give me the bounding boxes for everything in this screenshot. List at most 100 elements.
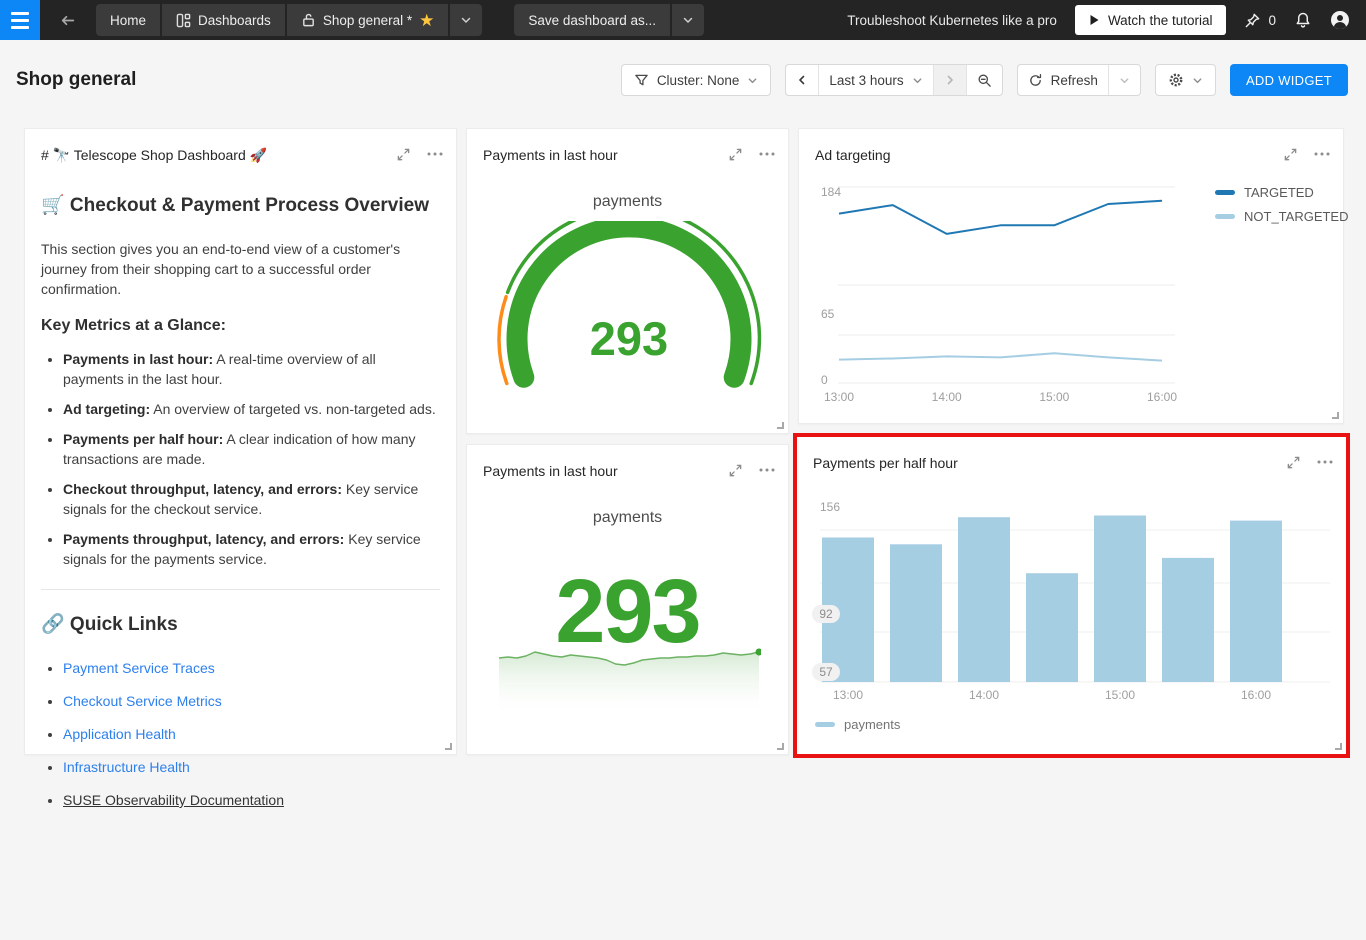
legend-swatch (1215, 190, 1235, 195)
expand-icon (396, 147, 411, 162)
legend-label: TARGETED (1244, 185, 1314, 200)
refresh-icon (1028, 73, 1043, 88)
metrics-heading: Key Metrics at a Glance: (41, 317, 440, 335)
tab-shop-general[interactable]: Shop general * ★ (287, 4, 449, 36)
expand-widget-button[interactable] (726, 461, 744, 479)
widget-more-options-button[interactable] (758, 461, 776, 479)
quick-link-item: Application Health (63, 724, 440, 744)
svg-text:156: 156 (820, 500, 840, 514)
svg-text:13:00: 13:00 (833, 688, 863, 702)
filter-funnel-icon (634, 73, 649, 88)
zoom-out-time-button[interactable] (966, 65, 1002, 95)
widget-title: Payments in last hour (483, 463, 618, 479)
metrics-list: Payments in last hour: A real-time overv… (63, 349, 440, 569)
time-back-button[interactable] (786, 65, 818, 95)
save-dashboard-button[interactable]: Save dashboard as... (514, 4, 670, 36)
legend-item[interactable]: NOT_TARGETED (1215, 209, 1349, 224)
svg-text:92: 92 (819, 607, 833, 621)
chart-legend[interactable]: payments (815, 717, 900, 732)
page-title: Shop general (16, 69, 136, 91)
resize-handle[interactable] (777, 422, 784, 429)
quick-links-list: Payment Service Traces Checkout Service M… (63, 658, 440, 810)
top-navbar: Home Dashboards Shop general * ★ Save da… (0, 0, 1366, 40)
widget-more-options-button[interactable] (426, 145, 444, 163)
resize-handle[interactable] (777, 743, 784, 750)
svg-text:65: 65 (821, 307, 835, 321)
favorite-star-icon[interactable]: ★ (419, 12, 434, 29)
tab-dashboards[interactable]: Dashboards (162, 4, 285, 36)
quick-link[interactable]: Application Health (63, 726, 176, 742)
add-widget-button[interactable]: ADD WIDGET (1230, 64, 1348, 96)
tab-home-label: Home (110, 13, 146, 28)
expand-widget-button[interactable] (726, 145, 744, 163)
more-options-icon (427, 152, 443, 156)
overview-paragraph: This section gives you an end-to-end vie… (41, 239, 440, 299)
user-avatar[interactable] (1330, 10, 1350, 30)
time-range-label: Last 3 hours (829, 73, 903, 88)
legend-label: NOT_TARGETED (1244, 209, 1349, 224)
more-options-icon (1317, 460, 1333, 464)
svg-text:14:00: 14:00 (969, 688, 999, 702)
quick-link-item: Payment Service Traces (63, 658, 440, 678)
metric-bullet: Payments per half hour: A clear indicati… (63, 429, 440, 469)
widget-more-options-button[interactable] (1313, 145, 1331, 163)
svg-text:15:00: 15:00 (1105, 688, 1135, 702)
svg-text:293: 293 (590, 312, 668, 365)
tab-home[interactable]: Home (96, 4, 160, 36)
back-button[interactable] (50, 4, 84, 36)
markdown-content: 🛒 Checkout & Payment Process Overview Th… (41, 179, 440, 740)
pin-icon (1244, 12, 1261, 29)
time-forward-button[interactable] (933, 65, 966, 95)
hamburger-menu-button[interactable] (0, 0, 40, 40)
dashboard-toolbar: Cluster: None Last 3 hours Refresh ADD W… (621, 64, 1348, 96)
divider (41, 589, 440, 590)
save-dashboard-chevron[interactable] (672, 4, 704, 36)
legend-swatch (815, 722, 835, 727)
refresh-label: Refresh (1051, 73, 1098, 88)
refresh-interval-chevron[interactable] (1108, 65, 1140, 95)
zoom-out-icon (977, 73, 992, 88)
stat-metric-label: payments (467, 509, 788, 527)
cluster-filter-button[interactable]: Cluster: None (621, 64, 772, 96)
chevron-down-icon (912, 75, 923, 86)
avatar-icon (1330, 10, 1350, 30)
svg-text:13:00: 13:00 (824, 390, 854, 404)
save-dashboard-group: Save dashboard as... (514, 4, 704, 36)
widget-more-options-button[interactable] (758, 145, 776, 163)
svg-text:16:00: 16:00 (1241, 688, 1271, 702)
widget-more-options-button[interactable] (1316, 453, 1334, 471)
svg-text:184: 184 (821, 185, 841, 199)
tab-shop-general-label: Shop general * (323, 13, 412, 28)
watch-tutorial-label: Watch the tutorial (1108, 13, 1213, 28)
refresh-button[interactable]: Refresh (1018, 65, 1108, 95)
expand-icon (728, 147, 743, 162)
resize-handle[interactable] (445, 743, 452, 750)
quick-link[interactable]: Checkout Service Metrics (63, 693, 222, 709)
resize-handle[interactable] (1332, 412, 1339, 419)
widget-payments-per-half-hour: Payments per half hour 156925713:0014:00… (793, 433, 1350, 758)
expand-icon (728, 463, 743, 478)
gauge-metric-label: payments (467, 193, 788, 211)
svg-text:15:00: 15:00 (1039, 390, 1069, 404)
watch-tutorial-button[interactable]: Watch the tutorial (1075, 5, 1227, 35)
chevron-down-icon (460, 14, 472, 26)
chevron-down-icon (747, 75, 758, 86)
quick-link[interactable]: Infrastructure Health (63, 759, 190, 775)
time-range-button[interactable]: Last 3 hours (818, 65, 932, 95)
quick-link[interactable]: Payment Service Traces (63, 660, 215, 676)
quick-link-item: Checkout Service Metrics (63, 691, 440, 711)
back-arrow-icon (59, 12, 76, 29)
legend-item[interactable]: TARGETED (1215, 185, 1349, 200)
expand-widget-button[interactable] (1284, 453, 1302, 471)
resize-handle[interactable] (1335, 743, 1342, 750)
notifications-button[interactable] (1294, 11, 1312, 29)
expand-widget-button[interactable] (394, 145, 412, 163)
save-dashboard-label: Save dashboard as... (528, 13, 656, 28)
expand-widget-button[interactable] (1281, 145, 1299, 163)
svg-text:57: 57 (819, 665, 833, 679)
dashboard-settings-button[interactable] (1155, 64, 1216, 96)
quick-link[interactable]: SUSE Observability Documentation (63, 792, 284, 808)
tab-options-chevron[interactable] (450, 4, 482, 36)
pinned-items-button[interactable]: 0 (1244, 12, 1276, 29)
quick-links-heading: 🔗 Quick Links (41, 612, 440, 636)
